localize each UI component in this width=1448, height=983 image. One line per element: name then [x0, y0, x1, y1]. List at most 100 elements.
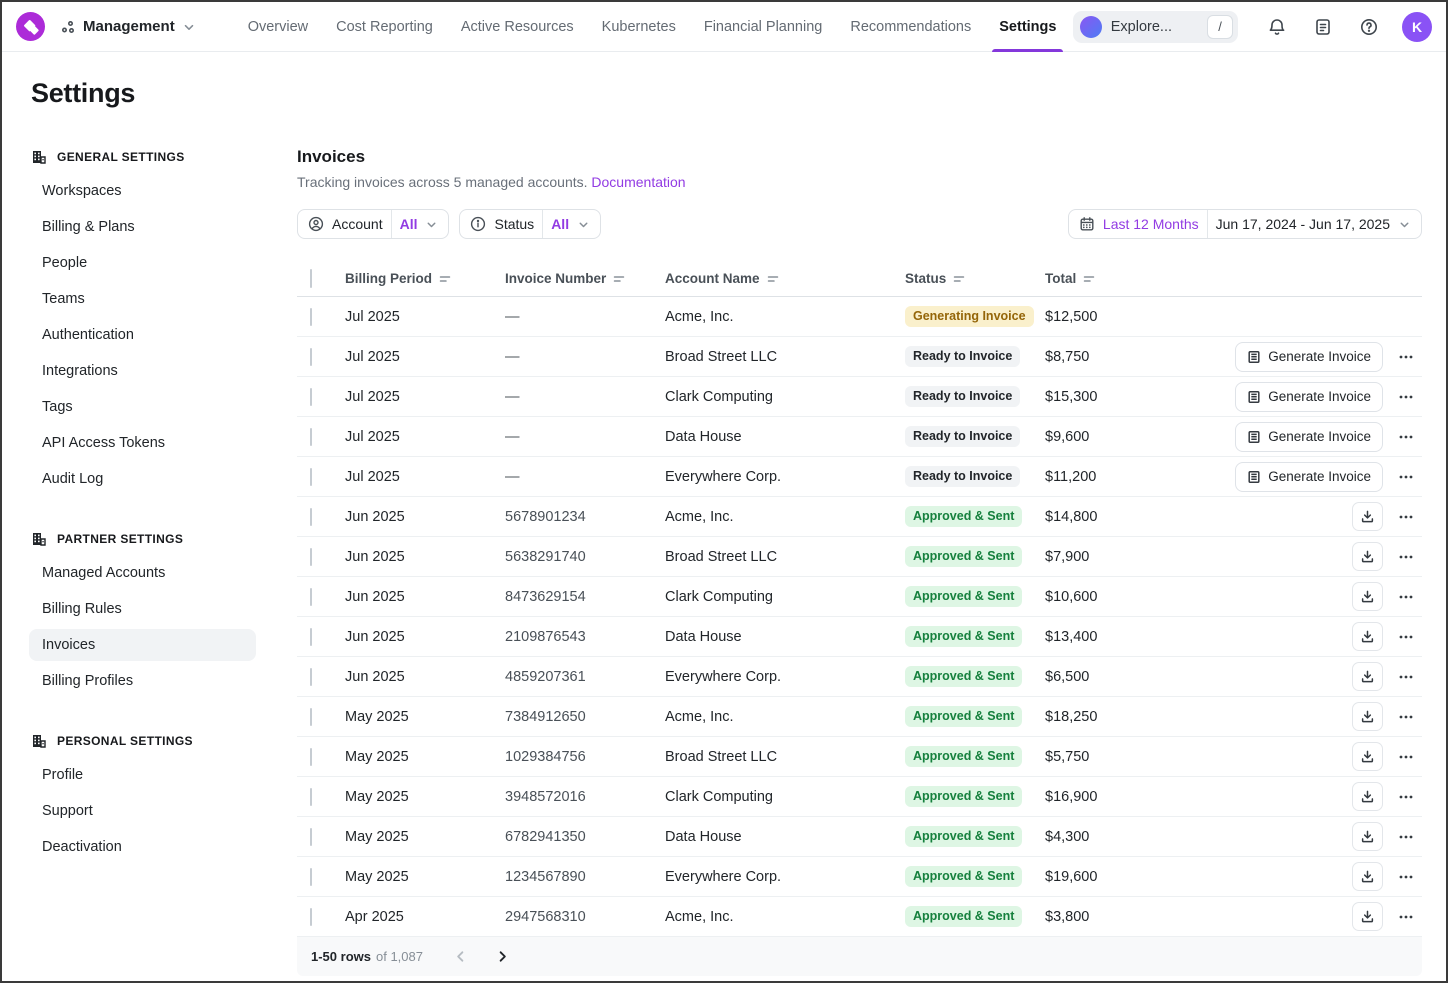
row-checkbox[interactable] — [310, 828, 312, 846]
row-menu-button[interactable] — [1398, 549, 1414, 565]
documentation-link[interactable]: Documentation — [591, 174, 685, 190]
column-header-label: Status — [905, 271, 946, 286]
explore-search-button[interactable]: Explore... / — [1073, 11, 1238, 43]
sidebar-item-deactivation[interactable]: Deactivation — [29, 831, 256, 863]
download-invoice-button[interactable] — [1352, 702, 1383, 731]
date-range-picker[interactable]: Last 12 Months Jun 17, 2024 - Jun 17, 20… — [1068, 209, 1422, 239]
row-menu-button[interactable] — [1398, 629, 1414, 645]
row-menu-button[interactable] — [1398, 789, 1414, 805]
download-invoice-button[interactable] — [1352, 502, 1383, 531]
row-checkbox[interactable] — [310, 868, 312, 886]
download-invoice-button[interactable] — [1352, 542, 1383, 571]
sidebar-item-tags[interactable]: Tags — [29, 391, 256, 423]
row-checkbox[interactable] — [310, 308, 312, 326]
row-menu-button[interactable] — [1398, 709, 1414, 725]
user-avatar[interactable]: K — [1402, 12, 1432, 42]
row-menu-button[interactable] — [1398, 869, 1414, 885]
row-checkbox[interactable] — [310, 628, 312, 646]
row-menu-button[interactable] — [1398, 389, 1414, 405]
sidebar-item-managed-accounts[interactable]: Managed Accounts — [29, 557, 256, 589]
sidebar-item-authentication[interactable]: Authentication — [29, 319, 256, 351]
row-menu-button[interactable] — [1398, 429, 1414, 445]
sidebar-item-support[interactable]: Support — [29, 795, 256, 827]
download-invoice-button[interactable] — [1352, 862, 1383, 891]
row-menu-button[interactable] — [1398, 829, 1414, 845]
column-header-status[interactable]: Status — [905, 271, 1045, 286]
sidebar-item-api-access-tokens[interactable]: API Access Tokens — [29, 427, 256, 459]
column-header-billing-period[interactable]: Billing Period — [345, 271, 505, 286]
nav-item-label: Active Resources — [461, 19, 574, 35]
column-header-total[interactable]: Total — [1045, 271, 1232, 286]
select-all-checkbox[interactable] — [310, 269, 312, 288]
row-checkbox[interactable] — [310, 788, 312, 806]
table-row: Jul 2025 — Acme, Inc. Generating Invoice… — [297, 297, 1422, 337]
download-invoice-button[interactable] — [1352, 822, 1383, 851]
invoice-number-cell: 5678901234 — [505, 509, 665, 525]
row-menu-button[interactable] — [1398, 469, 1414, 485]
docs-icon[interactable] — [1306, 10, 1340, 44]
row-checkbox[interactable] — [310, 508, 312, 526]
sidebar-item-teams[interactable]: Teams — [29, 283, 256, 315]
download-invoice-button[interactable] — [1352, 582, 1383, 611]
row-menu-button[interactable] — [1398, 589, 1414, 605]
next-page-button[interactable] — [495, 949, 510, 964]
download-invoice-button[interactable] — [1352, 662, 1383, 691]
sidebar-item-invoices[interactable]: Invoices — [29, 629, 256, 661]
account-filter[interactable]: Account All — [297, 209, 449, 239]
sidebar-section: PARTNER SETTINGS Managed AccountsBilling… — [29, 529, 256, 697]
download-invoice-button[interactable] — [1352, 742, 1383, 771]
nav-item-cost-reporting[interactable]: Cost Reporting — [334, 2, 435, 52]
workspace-selector[interactable]: Management — [60, 18, 196, 35]
row-menu-button[interactable] — [1398, 749, 1414, 765]
total-cell: $18,250 — [1045, 709, 1232, 725]
nav-item-financial-planning[interactable]: Financial Planning — [702, 2, 825, 52]
column-header-invoice-number[interactable]: Invoice Number — [505, 271, 665, 286]
sidebar-item-billing-rules[interactable]: Billing Rules — [29, 593, 256, 625]
sidebar-item-people[interactable]: People — [29, 247, 256, 279]
invoice-doc-icon — [1247, 350, 1261, 364]
row-checkbox[interactable] — [310, 908, 312, 926]
generate-invoice-button[interactable]: Generate Invoice — [1235, 382, 1383, 412]
row-menu-button[interactable] — [1398, 909, 1414, 925]
table-row: Jul 2025 — Clark Computing Ready to Invo… — [297, 377, 1422, 417]
download-invoice-button[interactable] — [1352, 622, 1383, 651]
download-invoice-button[interactable] — [1352, 902, 1383, 931]
brand-logo-icon[interactable] — [16, 12, 45, 41]
nav-item-overview[interactable]: Overview — [246, 2, 310, 52]
account-name-cell: Acme, Inc. — [665, 909, 905, 925]
nav-item-active-resources[interactable]: Active Resources — [459, 2, 576, 52]
column-header-account-name[interactable]: Account Name — [665, 271, 905, 286]
help-icon[interactable] — [1352, 10, 1386, 44]
nav-item-settings[interactable]: Settings — [997, 2, 1058, 52]
row-menu-button[interactable] — [1398, 349, 1414, 365]
row-checkbox[interactable] — [310, 748, 312, 766]
sidebar-item-billing-plans[interactable]: Billing & Plans — [29, 211, 256, 243]
row-checkbox[interactable] — [310, 468, 312, 486]
sidebar-item-audit-log[interactable]: Audit Log — [29, 463, 256, 495]
row-checkbox[interactable] — [310, 588, 312, 606]
row-checkbox[interactable] — [310, 668, 312, 686]
row-checkbox[interactable] — [310, 348, 312, 366]
notifications-bell-icon[interactable] — [1260, 10, 1294, 44]
row-checkbox[interactable] — [310, 428, 312, 446]
row-menu-button[interactable] — [1398, 669, 1414, 685]
billing-period-cell: Jul 2025 — [345, 309, 505, 325]
row-checkbox[interactable] — [310, 708, 312, 726]
prev-page-button[interactable] — [453, 949, 468, 964]
sidebar-item-profile[interactable]: Profile — [29, 759, 256, 791]
billing-period-cell: May 2025 — [345, 869, 505, 885]
nav-item-recommendations[interactable]: Recommendations — [848, 2, 973, 52]
row-checkbox[interactable] — [310, 548, 312, 566]
row-checkbox[interactable] — [310, 388, 312, 406]
sidebar-item-billing-profiles[interactable]: Billing Profiles — [29, 665, 256, 697]
building-icon — [31, 733, 47, 749]
generate-invoice-button[interactable]: Generate Invoice — [1235, 462, 1383, 492]
status-filter[interactable]: Status All — [459, 209, 601, 239]
generate-invoice-button[interactable]: Generate Invoice — [1235, 422, 1383, 452]
sidebar-item-workspaces[interactable]: Workspaces — [29, 175, 256, 207]
nav-item-kubernetes[interactable]: Kubernetes — [600, 2, 678, 52]
sidebar-item-integrations[interactable]: Integrations — [29, 355, 256, 387]
row-menu-button[interactable] — [1398, 509, 1414, 525]
download-invoice-button[interactable] — [1352, 782, 1383, 811]
generate-invoice-button[interactable]: Generate Invoice — [1235, 342, 1383, 372]
